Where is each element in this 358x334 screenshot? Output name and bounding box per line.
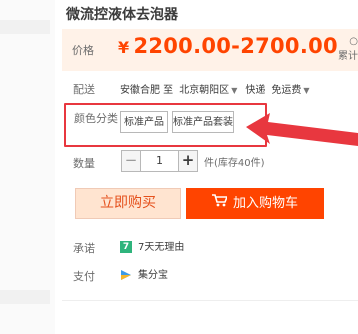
- divider: [62, 300, 358, 301]
- quantity-decrease-button[interactable]: −: [121, 150, 141, 172]
- quantity-input[interactable]: 1: [141, 150, 178, 172]
- quantity-increase-button[interactable]: +: [178, 150, 198, 172]
- seven-day-return-icon: 7: [120, 241, 132, 253]
- payment-text: 集分宝: [138, 270, 168, 281]
- promise-label: 承诺: [73, 242, 95, 255]
- promise-text: 7天无理由: [138, 242, 185, 253]
- cart-icon: [211, 188, 229, 219]
- stock-text: 件(库存40件): [204, 158, 265, 169]
- promise-item[interactable]: 7 7天无理由: [120, 238, 184, 253]
- payment-item[interactable]: 集分宝: [120, 266, 168, 281]
- add-to-cart-label: 加入购物车: [232, 196, 298, 211]
- payment-label: 支付: [73, 270, 95, 283]
- jifenbao-icon: [120, 269, 132, 281]
- quantity-label: 数量: [73, 157, 95, 170]
- add-to-cart-button[interactable]: 加入购物车: [186, 188, 324, 219]
- buy-now-button[interactable]: 立即购买: [75, 188, 181, 219]
